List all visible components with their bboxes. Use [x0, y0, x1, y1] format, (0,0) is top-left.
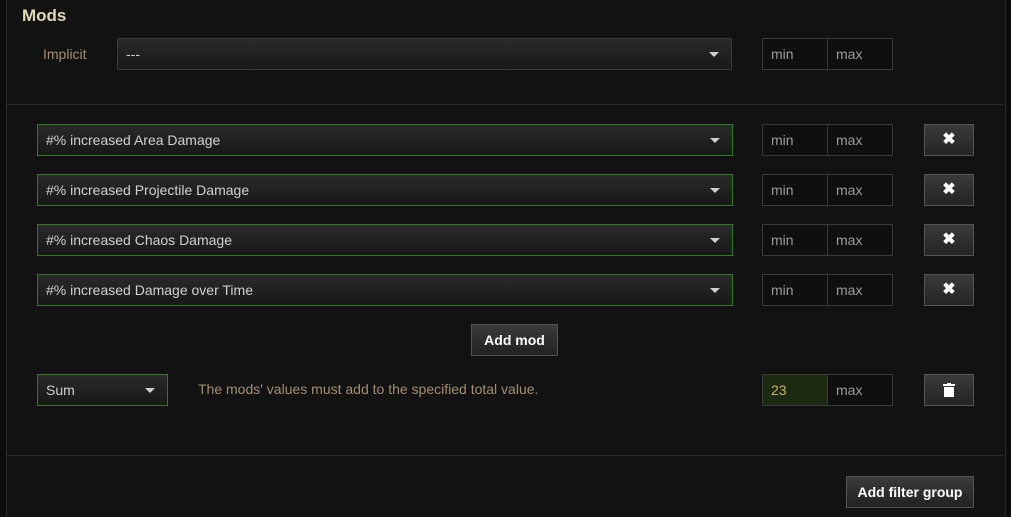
mod-select-3[interactable]: #% increased Chaos Damage: [37, 224, 733, 256]
close-icon: ✖: [942, 281, 956, 298]
mod-min-input[interactable]: min: [763, 275, 827, 305]
mod-min-input[interactable]: min: [763, 125, 827, 155]
chevron-down-icon: [710, 288, 720, 293]
mod-min-input[interactable]: min: [763, 175, 827, 205]
group-type-value: Sum: [46, 382, 75, 398]
section-title: Mods: [22, 6, 67, 25]
group-max-input[interactable]: max: [827, 375, 892, 405]
chevron-down-icon: [710, 138, 720, 143]
mod-select-value: #% increased Damage over Time: [46, 282, 253, 298]
mod-select-4[interactable]: #% increased Damage over Time: [37, 274, 733, 306]
add-filter-group-button[interactable]: Add filter group: [846, 476, 974, 508]
chevron-down-icon: [709, 52, 719, 57]
add-mod-button[interactable]: Add mod: [471, 324, 558, 356]
implicit-select[interactable]: ---: [117, 38, 732, 70]
close-icon: ✖: [942, 131, 956, 148]
mod-select-value: #% increased Projectile Damage: [46, 182, 250, 198]
group-min-input[interactable]: 23: [763, 375, 827, 405]
mod-min-input[interactable]: min: [763, 225, 827, 255]
mods-panel: [6, 0, 1006, 517]
implicit-label: Implicit: [43, 46, 87, 62]
divider: [7, 455, 1003, 456]
close-icon: ✖: [942, 231, 956, 248]
implicit-select-value: ---: [126, 46, 140, 62]
mod-max-input[interactable]: max: [827, 175, 892, 205]
mod-minmax-1: min max: [762, 124, 893, 156]
chevron-down-icon: [145, 388, 155, 393]
mod-max-input[interactable]: max: [827, 125, 892, 155]
remove-mod-button[interactable]: ✖: [924, 224, 974, 256]
mod-select-value: #% increased Chaos Damage: [46, 232, 232, 248]
implicit-minmax: min max: [762, 38, 893, 70]
mod-select-1[interactable]: #% increased Area Damage: [37, 124, 733, 156]
group-minmax: 23 max: [762, 374, 893, 406]
mod-minmax-2: min max: [762, 174, 893, 206]
group-description: The mods' values must add to the specifi…: [198, 381, 539, 397]
mod-select-2[interactable]: #% increased Projectile Damage: [37, 174, 733, 206]
close-icon: ✖: [942, 181, 956, 198]
chevron-down-icon: [710, 238, 720, 243]
remove-mod-button[interactable]: ✖: [924, 174, 974, 206]
mod-max-input[interactable]: max: [827, 275, 892, 305]
mod-minmax-4: min max: [762, 274, 893, 306]
implicit-max-input[interactable]: max: [827, 39, 892, 69]
remove-mod-button[interactable]: ✖: [924, 124, 974, 156]
mod-max-input[interactable]: max: [827, 225, 892, 255]
mod-minmax-3: min max: [762, 224, 893, 256]
mod-select-value: #% increased Area Damage: [46, 132, 221, 148]
delete-group-button[interactable]: [924, 374, 974, 406]
group-type-select[interactable]: Sum: [37, 374, 168, 406]
remove-mod-button[interactable]: ✖: [924, 274, 974, 306]
trash-icon: [943, 383, 955, 397]
chevron-down-icon: [710, 188, 720, 193]
implicit-min-input[interactable]: min: [763, 39, 827, 69]
divider: [7, 104, 1003, 105]
